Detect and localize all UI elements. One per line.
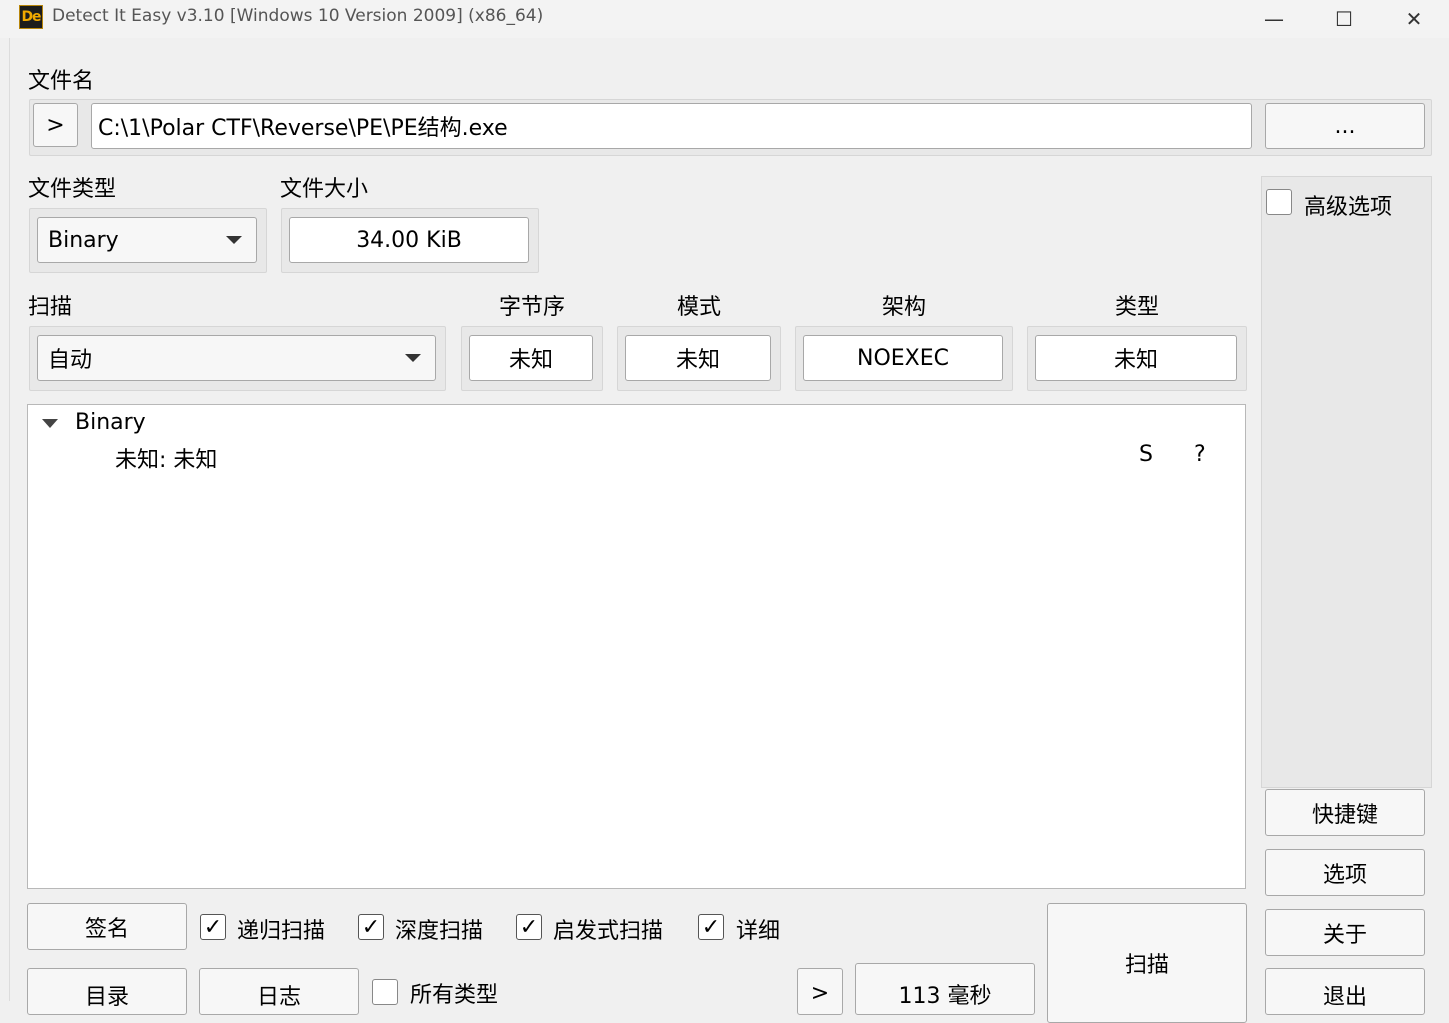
- more-button[interactable]: >: [797, 968, 843, 1015]
- directory-button[interactable]: 目录: [27, 968, 187, 1015]
- arch-label: 架构: [881, 295, 926, 320]
- check-icon: ✓: [701, 914, 721, 940]
- recursive-scan-label: 递归扫描: [237, 919, 326, 944]
- heuristic-scan-checkbox[interactable]: ✓: [516, 914, 542, 940]
- deep-scan-label: 深度扫描: [395, 919, 484, 944]
- verbose-checkbox[interactable]: ✓: [698, 914, 724, 940]
- advanced-panel: [1261, 176, 1432, 788]
- scan-label: 扫描: [28, 295, 73, 320]
- app-icon: De: [19, 5, 43, 29]
- recursive-scan-checkbox[interactable]: ✓: [200, 914, 226, 940]
- mode-value: 未知: [625, 335, 771, 381]
- collapse-arrow-icon[interactable]: [42, 419, 58, 428]
- chevron-down-icon: [226, 236, 242, 244]
- file-size-value: 34.00 KiB: [289, 217, 529, 263]
- close-icon: ✕: [1405, 7, 1423, 31]
- advanced-options-checkbox[interactable]: [1266, 189, 1292, 215]
- check-icon: ✓: [203, 914, 223, 940]
- browse-button[interactable]: ...: [1265, 103, 1425, 149]
- scan-results-tree[interactable]: Binary 未知: 未知 S ?: [27, 404, 1246, 889]
- file-type-select[interactable]: Binary: [37, 217, 257, 263]
- close-button[interactable]: ✕: [1379, 0, 1449, 38]
- arch-value: NOEXEC: [803, 335, 1003, 381]
- scan-mode-select[interactable]: 自动: [37, 335, 436, 381]
- deep-scan-checkbox[interactable]: ✓: [358, 914, 384, 940]
- check-icon: ✓: [361, 914, 381, 940]
- all-types-label: 所有类型: [410, 983, 499, 1008]
- scan-button[interactable]: 扫描: [1047, 903, 1247, 1023]
- title-bar[interactable]: De Detect It Easy v3.10 [Windows 10 Vers…: [0, 0, 1449, 38]
- tree-item-signature-link[interactable]: S: [1139, 442, 1153, 467]
- file-name-label: 文件名: [28, 69, 95, 94]
- endianness-label: 字节序: [498, 295, 565, 320]
- maximize-icon: ☐: [1335, 7, 1353, 31]
- options-button[interactable]: 选项: [1265, 849, 1425, 896]
- minimize-icon: —: [1264, 7, 1284, 31]
- about-button[interactable]: 关于: [1265, 909, 1425, 956]
- file-path-input[interactable]: C:\1\Polar CTF\Reverse\PE\PE结构.exe: [91, 103, 1252, 149]
- verbose-label: 详细: [736, 919, 781, 944]
- tree-item-text[interactable]: 未知: 未知: [115, 442, 217, 474]
- signatures-button[interactable]: 签名: [27, 903, 187, 950]
- check-icon: ✓: [519, 914, 539, 940]
- mode-label: 模式: [676, 295, 721, 320]
- advanced-options-label: 高级选项: [1304, 195, 1393, 220]
- all-types-checkbox[interactable]: [372, 979, 398, 1005]
- log-button[interactable]: 日志: [199, 968, 359, 1015]
- type-value: 未知: [1035, 335, 1237, 381]
- shortcuts-button[interactable]: 快捷键: [1265, 789, 1425, 836]
- maximize-button[interactable]: ☐: [1309, 0, 1379, 38]
- tree-root-binary[interactable]: Binary: [75, 410, 146, 435]
- scan-time-display: 113 毫秒: [855, 963, 1035, 1015]
- type-label: 类型: [1114, 295, 1159, 320]
- heuristic-scan-label: 启发式扫描: [553, 919, 664, 944]
- window-title: Detect It Easy v3.10 [Windows 10 Version…: [52, 6, 544, 26]
- exit-button[interactable]: 退出: [1265, 968, 1425, 1015]
- file-size-label: 文件大小: [280, 177, 369, 202]
- minimize-button[interactable]: —: [1239, 0, 1309, 38]
- file-type-value: Binary: [48, 227, 119, 253]
- scan-mode-value: 自动: [48, 348, 93, 373]
- tree-item-info-link[interactable]: ?: [1194, 442, 1206, 467]
- chevron-down-icon: [405, 354, 421, 362]
- file-type-label: 文件类型: [28, 177, 117, 202]
- file-nav-button[interactable]: >: [33, 103, 78, 147]
- endianness-value: 未知: [469, 335, 593, 381]
